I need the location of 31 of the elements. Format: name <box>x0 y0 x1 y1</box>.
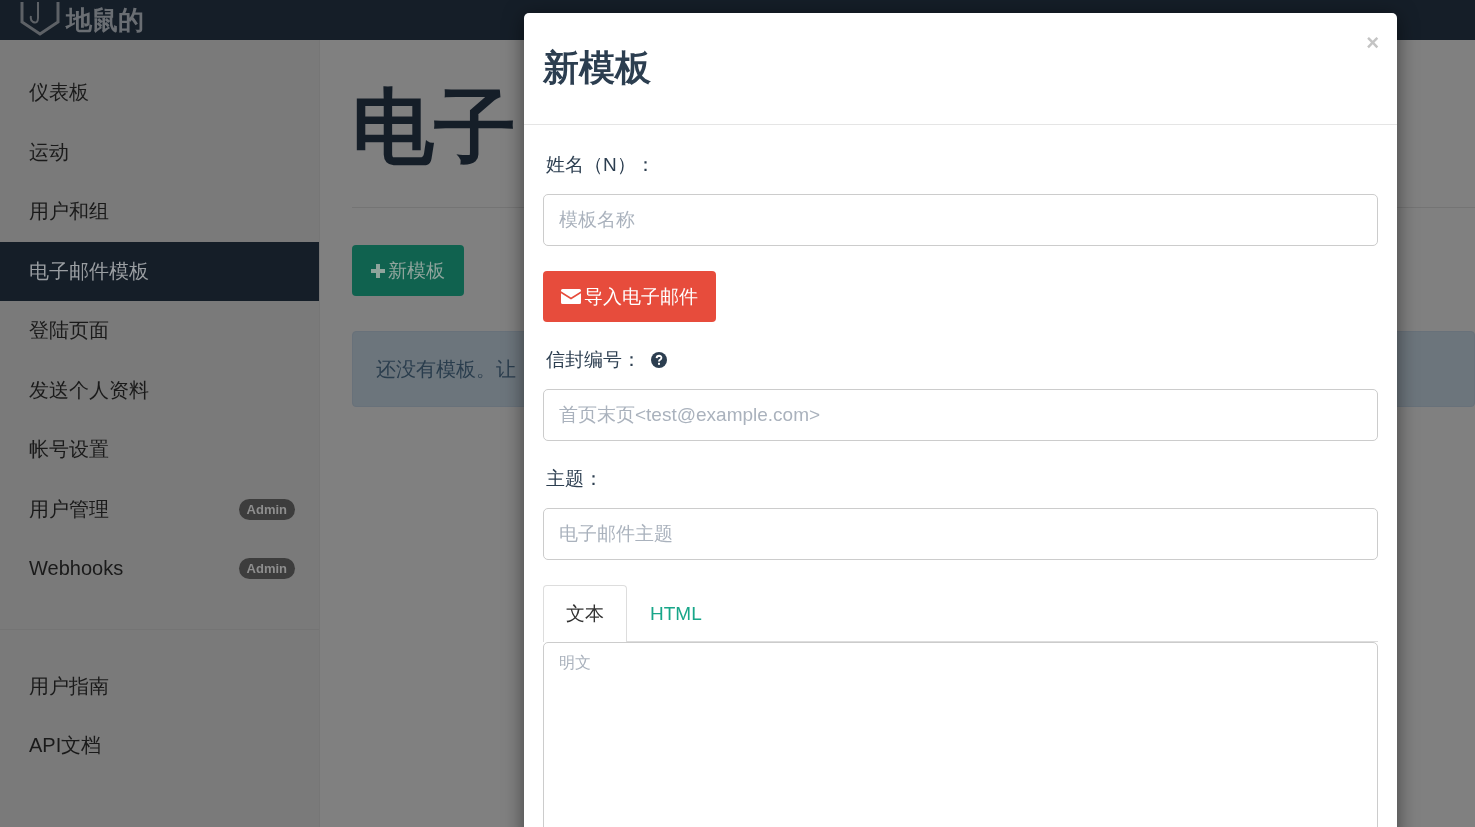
field-label: 主题： <box>546 467 603 491</box>
input-field[interactable]: 模板名称 <box>543 194 1378 246</box>
logo-text[interactable]: 地鼠的 <box>66 5 144 35</box>
plus-icon <box>371 263 385 278</box>
import-email-button[interactable]: 导入电子邮件 <box>543 271 716 322</box>
modal-title: 新模板 <box>543 46 651 90</box>
admin-badge: Admin <box>238 498 295 520</box>
sidebar-item[interactable]: 发送个人资料 <box>0 360 319 420</box>
input-field[interactable]: 首页末页<test@example.com> <box>543 389 1378 441</box>
text-area[interactable]: 明文 <box>543 642 1378 827</box>
sidebar-item[interactable]: 用户管理 Admin <box>0 479 319 539</box>
field-label: 信封编号： <box>546 348 641 372</box>
sidebar-item[interactable]: 用户和组 <box>0 182 319 242</box>
page-title: 电子 <box>352 82 516 172</box>
sidebar-item[interactable]: Webhooks Admin <box>0 539 319 599</box>
sidebar-item[interactable]: 登陆页面 <box>0 301 319 361</box>
sidebar-item[interactable]: 电子邮件模板 <box>0 241 319 301</box>
admin-badge: Admin <box>238 558 295 580</box>
shield-logo-icon <box>18 2 62 36</box>
editor-tab[interactable]: HTML <box>627 585 725 641</box>
editor-tab[interactable]: 文本 <box>543 585 627 642</box>
sidebar-item[interactable]: 用户指南 <box>0 656 319 716</box>
sidebar-item[interactable]: 仪表板 <box>0 63 319 123</box>
field-label: 姓名（N）： <box>546 153 655 177</box>
sidebar-item[interactable]: 运动 <box>0 122 319 182</box>
new-template-button[interactable]: 新模板 <box>352 245 464 296</box>
sidebar-item[interactable]: API文档 <box>0 716 319 776</box>
sidebar-item[interactable]: 帐号设置 <box>0 420 319 480</box>
envelope-icon <box>561 289 581 304</box>
help-icon[interactable] <box>651 352 667 368</box>
input-field[interactable]: 电子邮件主题 <box>543 508 1378 560</box>
